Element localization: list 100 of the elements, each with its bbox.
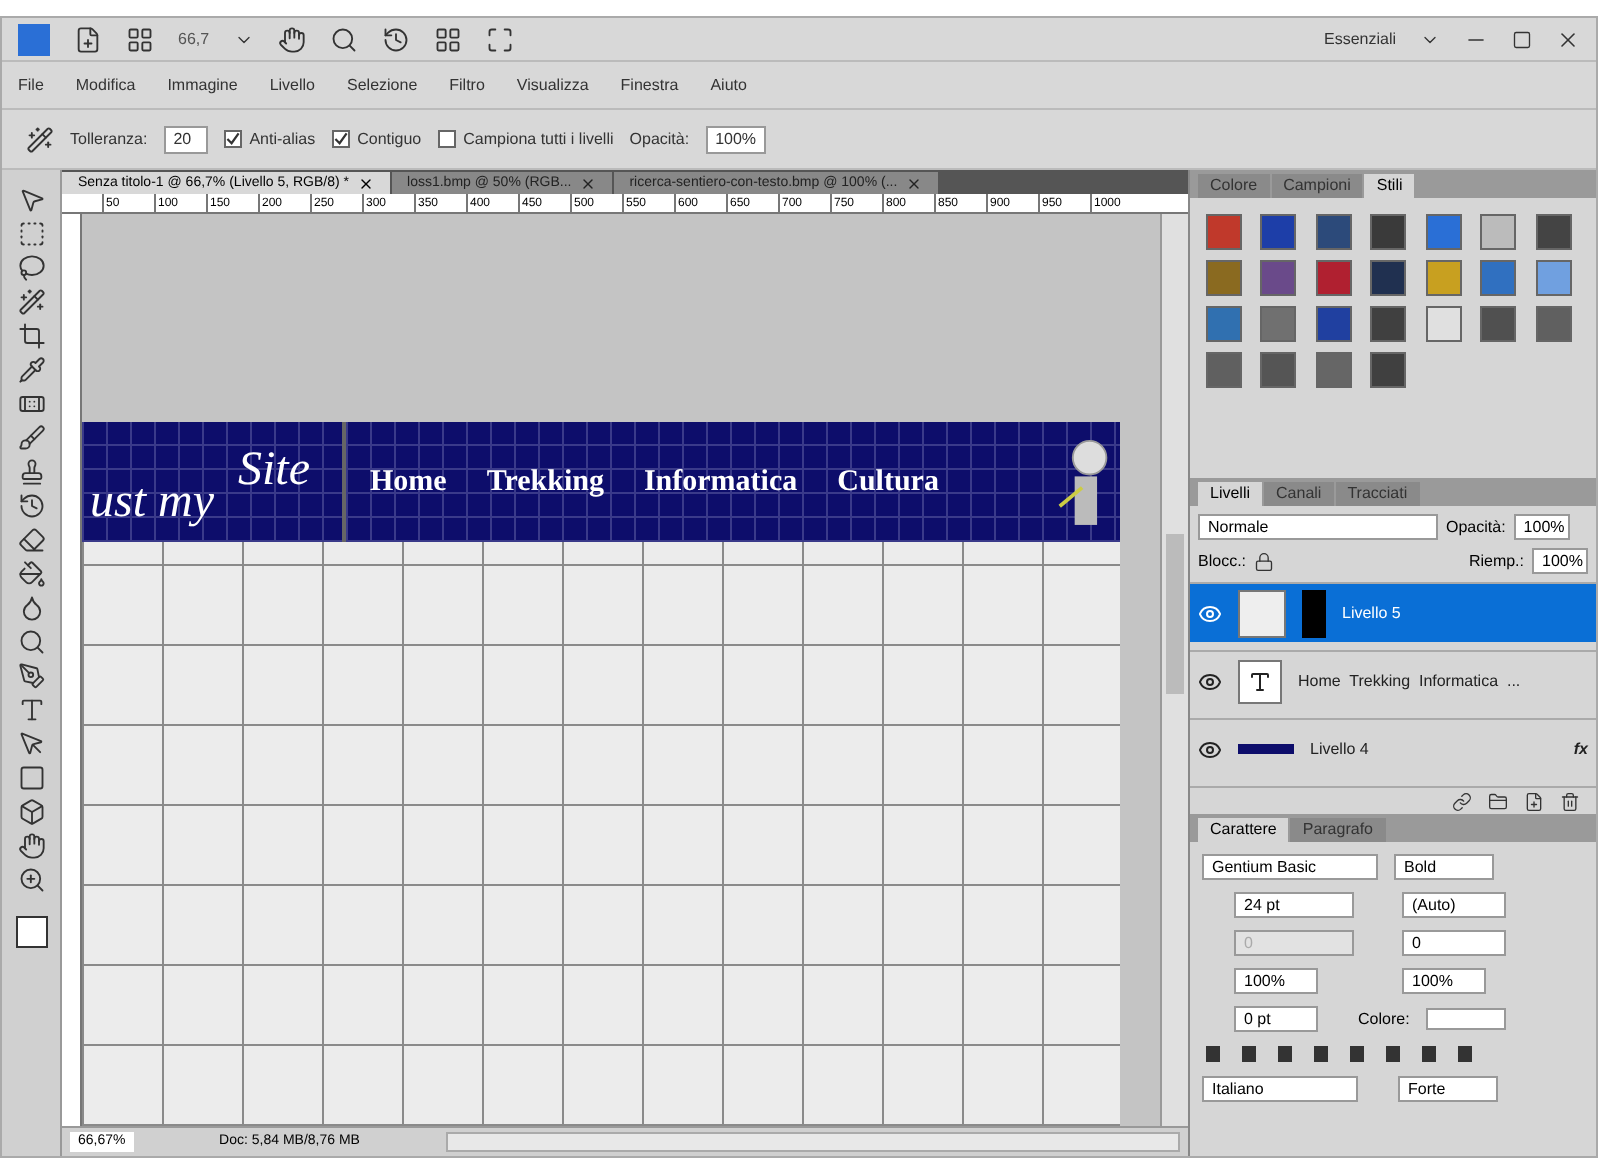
visibility-icon[interactable]: [1198, 737, 1222, 761]
wand-tool-icon[interactable]: [26, 125, 54, 153]
style-swatch[interactable]: [1535, 306, 1572, 342]
visibility-icon[interactable]: [1198, 669, 1222, 693]
style-swatch[interactable]: [1480, 260, 1517, 296]
tolerance-field[interactable]: 20: [163, 125, 208, 153]
language-dropdown[interactable]: Italiano: [1202, 1076, 1358, 1102]
panel-tab[interactable]: Campioni: [1271, 174, 1363, 198]
stamp-tool-icon[interactable]: [17, 458, 45, 486]
style-swatch[interactable]: [1260, 260, 1297, 296]
antialias-dropdown[interactable]: Forte: [1398, 1076, 1498, 1102]
screen-mode-icon[interactable]: [485, 25, 514, 53]
vertical-scrollbar[interactable]: [1160, 214, 1188, 1126]
menu-item[interactable]: Visualizza: [516, 73, 589, 97]
checkbox[interactable]: [223, 130, 242, 148]
search-icon[interactable]: [329, 25, 358, 53]
panel-tab[interactable]: Carattere: [1198, 818, 1289, 842]
close-icon[interactable]: [357, 175, 374, 191]
style-swatch[interactable]: [1425, 306, 1462, 342]
bandage-tool-icon[interactable]: [17, 390, 45, 418]
zoom-level[interactable]: 66,7: [178, 27, 210, 51]
style-swatch[interactable]: [1425, 260, 1462, 296]
style-swatch[interactable]: [1315, 214, 1352, 250]
leading-field[interactable]: (Auto): [1402, 892, 1506, 918]
menu-item[interactable]: Modifica: [75, 73, 136, 97]
tracking-field[interactable]: 0: [1402, 930, 1506, 956]
opacity-field[interactable]: 100%: [705, 125, 767, 153]
horizontal-scrollbar[interactable]: [445, 1132, 1180, 1152]
style-swatch[interactable]: [1206, 214, 1242, 250]
history-brush-icon[interactable]: [17, 492, 45, 520]
fill-field[interactable]: 100%: [1532, 548, 1588, 574]
menu-item[interactable]: Filtro: [449, 73, 485, 97]
blur-tool-icon[interactable]: [17, 594, 45, 622]
style-swatch[interactable]: [1370, 260, 1407, 296]
brush-tool-icon[interactable]: [17, 424, 45, 452]
move-tool-icon[interactable]: [17, 186, 45, 214]
marquee-tool-icon[interactable]: [17, 220, 45, 248]
opacity-field[interactable]: 100%: [1513, 514, 1570, 540]
style-swatch[interactable]: [1315, 306, 1352, 342]
style-swatch[interactable]: [1315, 260, 1352, 296]
type-tool-icon[interactable]: [17, 696, 45, 724]
path-select-icon[interactable]: [17, 730, 45, 758]
style-swatch[interactable]: [1260, 352, 1297, 388]
color-swatch[interactable]: [1425, 1008, 1506, 1030]
font-dropdown[interactable]: Gentium Basic: [1202, 854, 1378, 880]
zoom-tool-icon[interactable]: [17, 866, 45, 894]
view-extras-icon[interactable]: [126, 25, 154, 53]
panel-tab[interactable]: Livelli: [1198, 482, 1263, 506]
shape-tool-icon[interactable]: [17, 764, 45, 792]
style-swatch[interactable]: [1535, 260, 1572, 296]
style-swatch[interactable]: [1315, 352, 1352, 388]
style-swatch[interactable]: [1480, 306, 1517, 342]
eraser-tool-icon[interactable]: [17, 526, 45, 554]
folder-icon[interactable]: [1488, 791, 1508, 811]
style-swatch[interactable]: [1370, 306, 1407, 342]
layer-row[interactable]: Livello 4 fx: [1190, 718, 1596, 778]
style-swatch[interactable]: [1425, 214, 1462, 250]
color-swatches[interactable]: [15, 916, 47, 948]
pen-tool-icon[interactable]: [17, 662, 45, 690]
font-style-dropdown[interactable]: Bold: [1394, 854, 1494, 880]
trash-icon[interactable]: [1560, 791, 1580, 811]
menu-item[interactable]: Selezione: [347, 73, 418, 97]
horizontal-scale-field[interactable]: 100%: [1402, 968, 1486, 994]
crop-tool-icon[interactable]: [17, 322, 45, 350]
workspace-menu[interactable]: Essenziali: [1323, 27, 1396, 51]
lasso-tool-icon[interactable]: [17, 254, 45, 282]
layer-row[interactable]: Home Trekking Informatica ...: [1190, 650, 1596, 710]
arrange-icon[interactable]: [433, 25, 462, 53]
eyedropper-tool-icon[interactable]: [17, 356, 45, 384]
blend-mode-dropdown[interactable]: Normale: [1198, 514, 1438, 540]
style-swatch[interactable]: [1206, 352, 1242, 388]
close-icon[interactable]: [1556, 27, 1580, 51]
panel-tab[interactable]: Tracciati: [1335, 482, 1420, 506]
lock-icon[interactable]: [1254, 551, 1275, 571]
menu-item[interactable]: Finestra: [620, 73, 679, 97]
checkbox[interactable]: [437, 130, 456, 148]
style-swatch[interactable]: [1535, 214, 1572, 250]
layer-row[interactable]: Livello 5: [1190, 582, 1596, 642]
style-swatch[interactable]: [1260, 306, 1297, 342]
menu-item[interactable]: Livello: [269, 73, 315, 97]
vertical-scale-field[interactable]: 100%: [1234, 968, 1318, 994]
style-swatch[interactable]: [1260, 214, 1297, 250]
menu-item[interactable]: Immagine: [167, 73, 238, 97]
baseline-field[interactable]: 0 pt: [1234, 1006, 1318, 1032]
style-swatch[interactable]: [1370, 352, 1407, 388]
panel-tab[interactable]: Colore: [1198, 174, 1270, 198]
menu-item[interactable]: File: [18, 73, 44, 97]
panel-tab[interactable]: Canali: [1264, 482, 1334, 506]
3d-tool-icon[interactable]: [17, 798, 45, 826]
menu-item[interactable]: Aiuto: [710, 73, 747, 97]
style-swatch[interactable]: [1370, 214, 1407, 250]
style-swatch[interactable]: [1206, 306, 1242, 342]
style-swatch[interactable]: [1206, 260, 1242, 296]
link-icon[interactable]: [1452, 791, 1472, 811]
panel-tab[interactable]: Stili: [1364, 174, 1415, 198]
bucket-tool-icon[interactable]: [17, 560, 45, 588]
hand-icon[interactable]: [277, 25, 306, 53]
visibility-icon[interactable]: [1198, 601, 1222, 625]
maximize-icon[interactable]: [1512, 29, 1532, 49]
hand-tool-icon[interactable]: [17, 832, 45, 860]
